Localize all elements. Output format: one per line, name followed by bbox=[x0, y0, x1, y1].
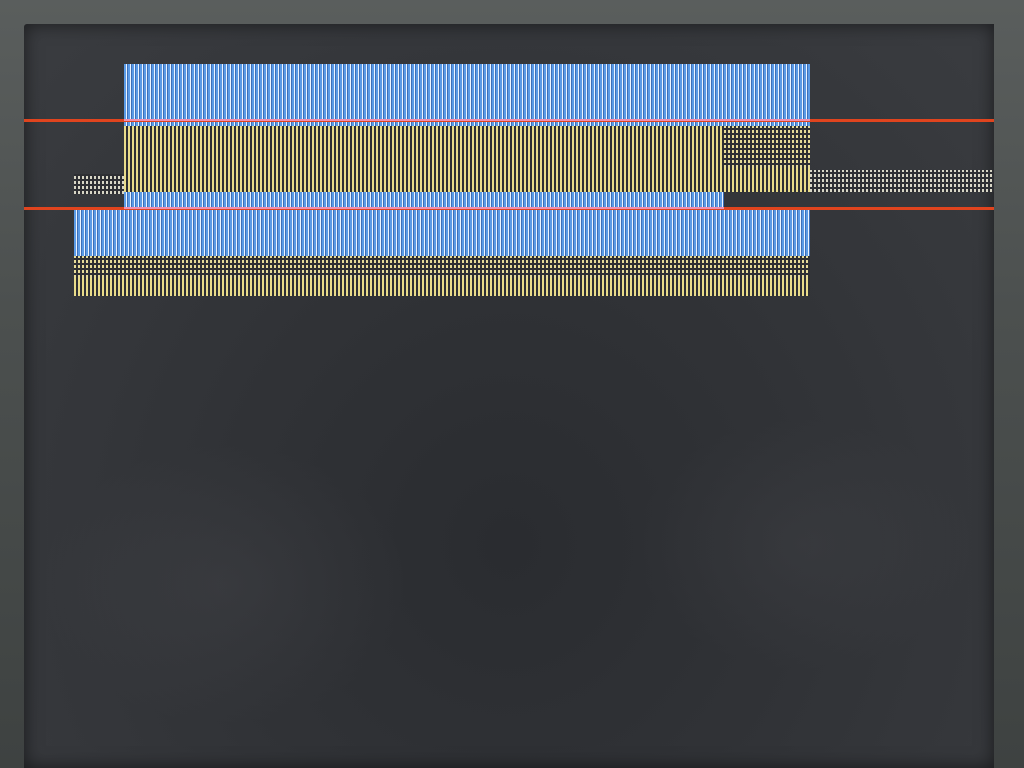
yellow-stripe-band bbox=[124, 126, 724, 192]
dot-grid-band-lower bbox=[74, 256, 810, 278]
pink-scanline-bottom bbox=[124, 207, 724, 209]
monitor-bezel bbox=[0, 0, 1024, 768]
dot-grid-strip-right bbox=[810, 170, 994, 192]
monitor-screen bbox=[24, 24, 994, 768]
yellow-stripe-band-bottom bbox=[74, 278, 810, 296]
dot-grid-block-left bbox=[74, 174, 124, 194]
blue-stripe-band-lower bbox=[74, 210, 810, 256]
blue-stripe-band-top bbox=[124, 64, 810, 126]
dot-grid-block-right bbox=[724, 126, 810, 168]
blue-stripe-band-middle bbox=[124, 192, 724, 208]
pink-scanline-top bbox=[124, 119, 810, 121]
yellow-stripe-block-right bbox=[724, 168, 810, 192]
